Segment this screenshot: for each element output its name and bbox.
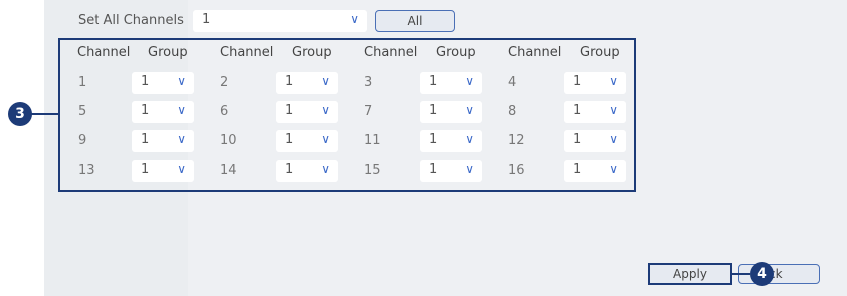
group-select[interactable]: 1 ∨ xyxy=(276,72,338,94)
chevron-down-icon: ∨ xyxy=(177,74,186,88)
group-select[interactable]: 1 ∨ xyxy=(420,72,482,94)
chevron-down-icon: ∨ xyxy=(609,162,618,176)
channel-number: 1 xyxy=(78,75,87,90)
chevron-down-icon: ∨ xyxy=(177,162,186,176)
callout-line xyxy=(732,273,750,275)
channel-number: 6 xyxy=(220,104,229,119)
group-value: 1 xyxy=(573,103,582,118)
chevron-down-icon: ∨ xyxy=(321,103,330,117)
group-value: 1 xyxy=(285,132,294,147)
group-value: 1 xyxy=(573,74,582,89)
group-select[interactable]: 1 ∨ xyxy=(276,101,338,123)
group-value: 1 xyxy=(429,103,438,118)
group-select[interactable]: 1 ∨ xyxy=(132,72,194,94)
chevron-down-icon: ∨ xyxy=(350,12,359,26)
channel-number: 8 xyxy=(508,104,517,119)
group-value: 1 xyxy=(285,103,294,118)
header-channel: Channel xyxy=(220,45,274,60)
header-channel: Channel xyxy=(364,45,418,60)
header-group: Group xyxy=(148,45,188,60)
group-value: 1 xyxy=(141,103,150,118)
channel-number: 3 xyxy=(364,75,373,90)
group-value: 1 xyxy=(429,74,438,89)
group-value: 1 xyxy=(573,132,582,147)
channel-number: 13 xyxy=(78,163,95,178)
group-select[interactable]: 1 ∨ xyxy=(420,130,482,152)
all-button[interactable]: All xyxy=(375,10,455,32)
set-all-channels-select[interactable]: 1 ∨ xyxy=(193,10,367,32)
channel-number: 2 xyxy=(220,75,229,90)
header-group: Group xyxy=(436,45,476,60)
chevron-down-icon: ∨ xyxy=(465,162,474,176)
group-select[interactable]: 1 ∨ xyxy=(276,160,338,182)
chevron-down-icon: ∨ xyxy=(609,74,618,88)
apply-button[interactable]: Apply xyxy=(648,263,732,285)
set-all-channels-value: 1 xyxy=(202,12,211,27)
header-group: Group xyxy=(580,45,620,60)
group-value: 1 xyxy=(285,162,294,177)
group-value: 1 xyxy=(141,132,150,147)
group-select[interactable]: 1 ∨ xyxy=(132,160,194,182)
group-select[interactable]: 1 ∨ xyxy=(132,130,194,152)
channel-number: 4 xyxy=(508,75,517,90)
group-select[interactable]: 1 ∨ xyxy=(564,160,626,182)
group-value: 1 xyxy=(429,132,438,147)
chevron-down-icon: ∨ xyxy=(465,132,474,146)
chevron-down-icon: ∨ xyxy=(321,162,330,176)
callout-line xyxy=(28,113,58,115)
chevron-down-icon: ∨ xyxy=(609,132,618,146)
chevron-down-icon: ∨ xyxy=(321,74,330,88)
group-value: 1 xyxy=(429,162,438,177)
set-all-channels-label: Set All Channels xyxy=(78,13,184,28)
group-select[interactable]: 1 ∨ xyxy=(420,160,482,182)
header-channel: Channel xyxy=(77,45,131,60)
callout-badge-4: 4 xyxy=(750,262,774,286)
channel-number: 14 xyxy=(220,163,237,178)
header-group: Group xyxy=(292,45,332,60)
group-select[interactable]: 1 ∨ xyxy=(564,130,626,152)
channel-number: 16 xyxy=(508,163,525,178)
channel-number: 12 xyxy=(508,133,525,148)
header-channel: Channel xyxy=(508,45,562,60)
group-select[interactable]: 1 ∨ xyxy=(132,101,194,123)
callout-badge-3: 3 xyxy=(8,102,32,126)
chevron-down-icon: ∨ xyxy=(177,132,186,146)
group-value: 1 xyxy=(141,74,150,89)
channel-number: 5 xyxy=(78,104,87,119)
group-value: 1 xyxy=(573,162,582,177)
group-select[interactable]: 1 ∨ xyxy=(564,72,626,94)
channel-number: 9 xyxy=(78,133,87,148)
channel-number: 11 xyxy=(364,133,381,148)
chevron-down-icon: ∨ xyxy=(465,103,474,117)
group-select[interactable]: 1 ∨ xyxy=(564,101,626,123)
group-select[interactable]: 1 ∨ xyxy=(420,101,482,123)
group-value: 1 xyxy=(285,74,294,89)
channel-number: 15 xyxy=(364,163,381,178)
chevron-down-icon: ∨ xyxy=(465,74,474,88)
chevron-down-icon: ∨ xyxy=(321,132,330,146)
chevron-down-icon: ∨ xyxy=(609,103,618,117)
channel-number: 10 xyxy=(220,133,237,148)
channel-number: 7 xyxy=(364,104,373,119)
group-value: 1 xyxy=(141,162,150,177)
chevron-down-icon: ∨ xyxy=(177,103,186,117)
group-select[interactable]: 1 ∨ xyxy=(276,130,338,152)
